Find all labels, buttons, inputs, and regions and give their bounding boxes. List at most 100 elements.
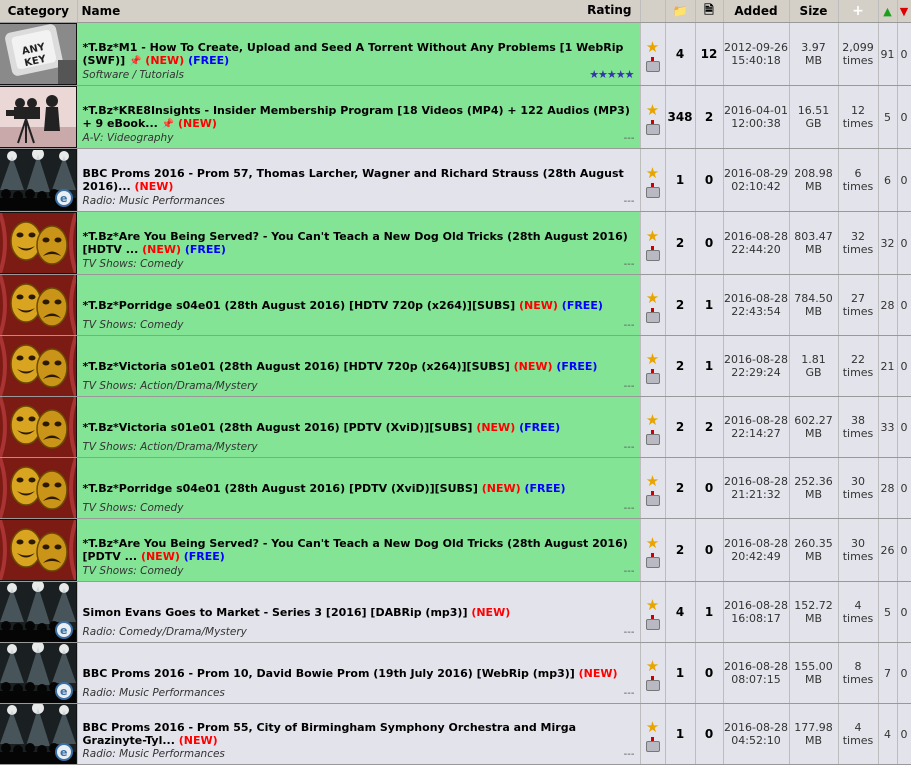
bookmark-star-icon[interactable]: ★ [641,351,665,367]
comments-count[interactable]: 0 [695,148,724,212]
torrent-title-link[interactable]: BBC Proms 2016 - Prom 10, David Bowie Pr… [83,667,575,680]
comments-count[interactable]: 1 [695,274,724,336]
files-count[interactable]: 1 [665,148,696,212]
category-link[interactable]: TV Shows: Comedy [83,258,184,270]
leechers-count[interactable]: 0 [897,335,911,397]
category-link[interactable]: Radio: Comedy/Drama/Mystery [83,626,247,638]
category-image[interactable] [0,274,78,336]
col-name[interactable]: Name Rating [77,0,641,23]
seeders-count[interactable]: 26 [878,518,898,582]
leechers-count[interactable]: 0 [897,581,911,643]
category-image[interactable] [0,457,78,519]
leechers-count[interactable]: 0 [897,148,911,212]
comments-count[interactable]: 0 [695,518,724,582]
category-link[interactable]: Radio: Music Performances [83,195,225,207]
files-count[interactable]: 2 [665,335,696,397]
category-link[interactable]: TV Shows: Comedy [83,319,184,331]
category-image[interactable]: e [0,148,78,212]
seeders-count[interactable]: 5 [878,581,898,643]
snatched-count[interactable]: 4 times [838,703,879,765]
snatched-count[interactable]: 2,099 times [838,22,879,86]
category-image[interactable]: ANY KEY [0,22,78,86]
category-link[interactable]: A-V: Videography [83,132,174,144]
bookmark-star-icon[interactable]: ★ [641,412,665,428]
comments-count[interactable]: 1 [695,335,724,397]
leechers-count[interactable]: 0 [897,703,911,765]
comments-count[interactable]: 0 [695,211,724,275]
col-files[interactable]: 📁 [665,0,696,23]
comments-count[interactable]: 12 [695,22,724,86]
leechers-count[interactable]: 0 [897,642,911,704]
bookmark-star-icon[interactable]: ★ [641,102,665,118]
download-icon[interactable] [645,56,660,72]
files-count[interactable]: 4 [665,22,696,86]
download-icon[interactable] [645,736,660,752]
torrent-title-link[interactable]: Simon Evans Goes to Market - Series 3 [2… [83,606,468,619]
leechers-count[interactable]: 0 [897,518,911,582]
snatched-count[interactable]: 30 times [838,518,879,582]
snatched-count[interactable]: 27 times [838,274,879,336]
snatched-count[interactable]: 22 times [838,335,879,397]
files-count[interactable]: 2 [665,211,696,275]
category-link[interactable]: Software / Tutorials [83,69,185,81]
category-link[interactable]: TV Shows: Action/Drama/Mystery [83,380,258,392]
category-image[interactable]: e [0,642,78,704]
leechers-count[interactable]: 0 [897,274,911,336]
download-icon[interactable] [645,182,660,198]
category-image[interactable] [0,518,78,582]
files-count[interactable]: 348 [665,85,696,149]
leechers-count[interactable]: 0 [897,85,911,149]
torrent-title-link[interactable]: *T.Bz*Porridge s04e01 (28th August 2016)… [83,299,516,312]
download-icon[interactable] [645,368,660,384]
seeders-count[interactable]: 7 [878,642,898,704]
col-snatched[interactable]: + [838,0,879,23]
seeders-count[interactable]: 28 [878,274,898,336]
bookmark-star-icon[interactable]: ★ [641,39,665,55]
comments-count[interactable]: 2 [695,396,724,458]
files-count[interactable]: 1 [665,642,696,704]
category-image[interactable] [0,211,78,275]
category-link[interactable]: Radio: Music Performances [83,687,225,699]
leechers-count[interactable]: 0 [897,211,911,275]
col-comments[interactable]: 🗎 [695,0,724,23]
category-link[interactable]: TV Shows: Action/Drama/Mystery [83,441,258,453]
seeders-count[interactable]: 4 [878,703,898,765]
category-image[interactable] [0,85,78,149]
bookmark-star-icon[interactable]: ★ [641,165,665,181]
seeders-count[interactable]: 5 [878,85,898,149]
seeders-count[interactable]: 6 [878,148,898,212]
download-icon[interactable] [645,675,660,691]
download-icon[interactable] [645,552,660,568]
comments-count[interactable]: 2 [695,85,724,149]
bookmark-star-icon[interactable]: ★ [641,228,665,244]
col-rating[interactable]: Rating [587,3,631,17]
seeders-count[interactable]: 32 [878,211,898,275]
category-image[interactable] [0,335,78,397]
bookmark-star-icon[interactable]: ★ [641,597,665,613]
comments-count[interactable]: 0 [695,642,724,704]
seeders-count[interactable]: 21 [878,335,898,397]
category-link[interactable]: TV Shows: Comedy [83,565,184,577]
files-count[interactable]: 4 [665,581,696,643]
leechers-count[interactable]: 0 [897,457,911,519]
col-added[interactable]: Added [723,0,790,23]
snatched-count[interactable]: 6 times [838,148,879,212]
snatched-count[interactable]: 8 times [838,642,879,704]
bookmark-star-icon[interactable]: ★ [641,290,665,306]
files-count[interactable]: 2 [665,396,696,458]
category-image[interactable]: e [0,703,78,765]
col-size[interactable]: Size [789,0,839,23]
download-icon[interactable] [645,119,660,135]
category-image[interactable]: e [0,581,78,643]
snatched-count[interactable]: 4 times [838,581,879,643]
bookmark-star-icon[interactable]: ★ [641,719,665,735]
bookmark-star-icon[interactable]: ★ [641,535,665,551]
files-count[interactable]: 2 [665,457,696,519]
comments-count[interactable]: 1 [695,581,724,643]
files-count[interactable]: 1 [665,703,696,765]
files-count[interactable]: 2 [665,518,696,582]
snatched-count[interactable]: 12 times [838,85,879,149]
category-image[interactable] [0,396,78,458]
torrent-title-link[interactable]: *T.Bz*Porridge s04e01 (28th August 2016)… [83,482,478,495]
snatched-count[interactable]: 38 times [838,396,879,458]
